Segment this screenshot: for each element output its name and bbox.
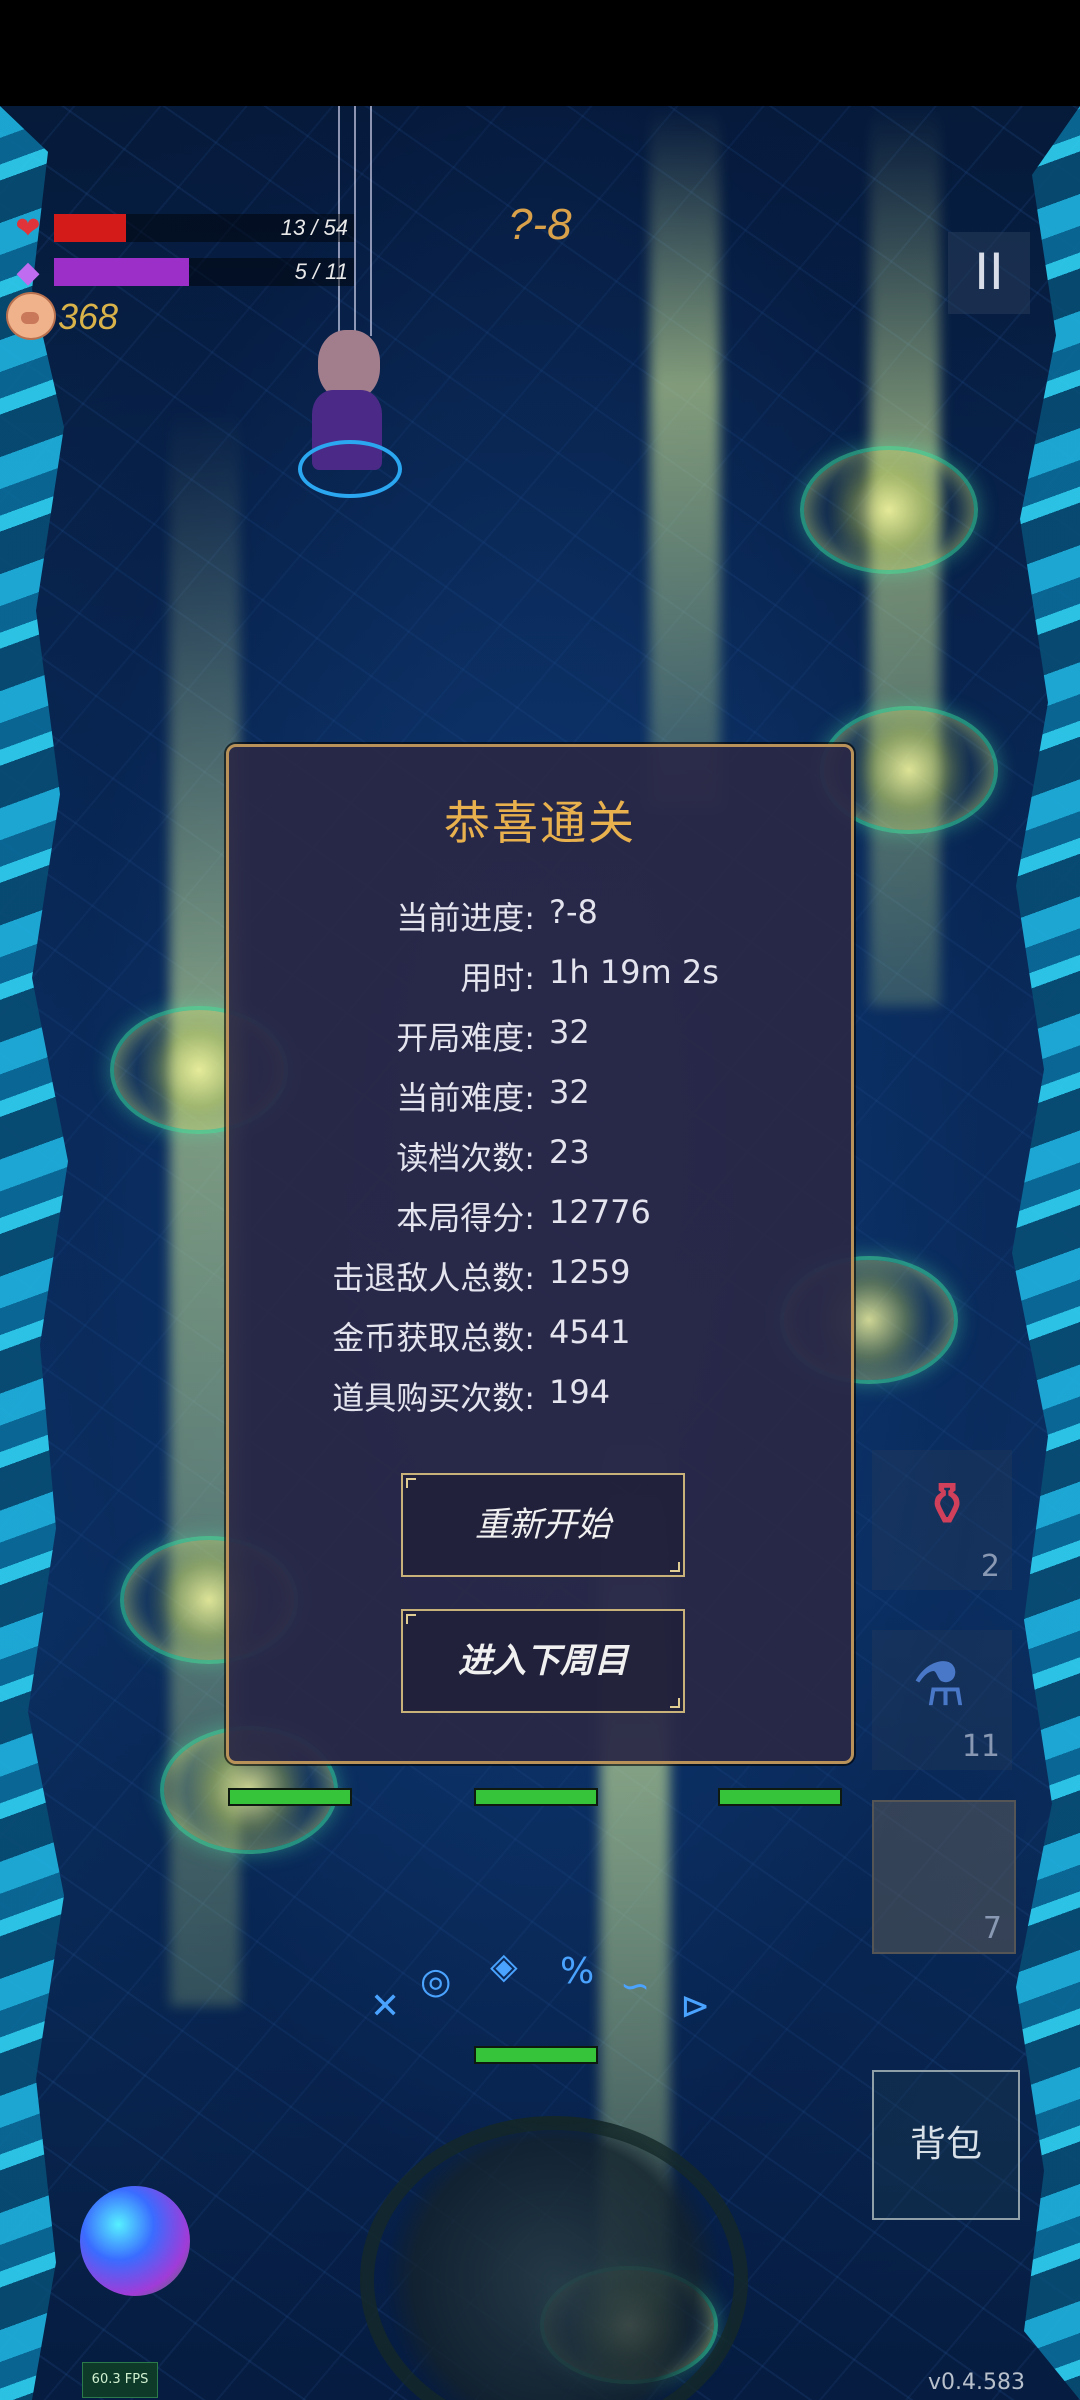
- stat-value: 1259: [549, 1253, 631, 1291]
- rune-icon: ◈: [490, 1946, 518, 1987]
- stat-value: 23: [549, 1133, 590, 1171]
- version-label: v0.4.583: [928, 2370, 1025, 2395]
- enemy-health-bar: [474, 2046, 598, 2064]
- hp-text: 13 / 54: [280, 215, 348, 240]
- crystal-wall-left: [0, 106, 68, 2400]
- mp-bar-fill: [54, 258, 189, 286]
- stat-row: 当前进度: ?-8: [229, 893, 851, 937]
- coin-count: 368: [58, 296, 119, 337]
- flask-icon: ⚗: [912, 1650, 966, 1720]
- rune-icon: %: [560, 1951, 595, 1992]
- rune-icon: ◎: [420, 1961, 452, 2002]
- stat-label: 当前进度:: [396, 899, 535, 937]
- string: [370, 106, 372, 336]
- hp-bar-fill: [54, 214, 126, 242]
- stat-label: 读档次数:: [396, 1139, 535, 1177]
- stat-label: 击退敌人总数:: [332, 1259, 535, 1297]
- piggy-bank-icon: [6, 292, 56, 340]
- stat-value: 194: [549, 1373, 611, 1411]
- stat-label: 金币获取总数:: [332, 1319, 535, 1357]
- stat-row: 金币获取总数: 4541: [229, 1313, 851, 1357]
- fps-counter: 60.3 FPS: [82, 2362, 158, 2398]
- stat-label: 用时:: [460, 959, 535, 997]
- status-bar-area: [0, 0, 1080, 106]
- stat-label: 当前难度:: [396, 1079, 535, 1117]
- light-beam: [650, 106, 720, 806]
- item-slot-flask[interactable]: ⚗ 11: [872, 1630, 1012, 1770]
- stat-label: 开局难度:: [396, 1019, 535, 1057]
- string: [354, 106, 356, 336]
- altar: [360, 2116, 748, 2400]
- stat-value: 4541: [549, 1313, 631, 1351]
- stat-row: 本局得分: 12776: [229, 1193, 851, 1237]
- stat-row: 读档次数: 23: [229, 1133, 851, 1177]
- stat-value: 32: [549, 1073, 590, 1111]
- glowing-circle: [800, 446, 978, 574]
- rune-icon: ∽: [620, 1966, 651, 2007]
- stat-value: 1h 19m 2s: [549, 953, 719, 991]
- hp-row: ❤: [10, 210, 46, 246]
- enemy-health-bar: [474, 1788, 598, 1806]
- item-slot-3[interactable]: 7: [872, 1800, 1016, 1954]
- pause-button[interactable]: II: [948, 232, 1030, 314]
- crystal-wall-right: [1012, 106, 1080, 2400]
- rune-icon: ⊳: [680, 1986, 711, 2027]
- flask-count: 11: [961, 1729, 1000, 1764]
- slot3-count: 7: [982, 1911, 1002, 1946]
- level-indicator: ?-8: [508, 200, 572, 249]
- heart-icon: ❤: [15, 210, 41, 246]
- skill-orb[interactable]: [80, 2186, 190, 2296]
- mana-gem-icon: ◆: [16, 254, 40, 290]
- potion-count: 2: [980, 1549, 1000, 1584]
- stage-clear-dialog: 恭喜通关 当前进度: ?-8 用时: 1h 19m 2s 开局难度: 32 当前难度: 32 读…: [226, 744, 854, 1764]
- stat-row: 用时: 1h 19m 2s: [229, 953, 851, 997]
- backpack-button[interactable]: 背包: [872, 2070, 1020, 2220]
- mp-text: 5 / 11: [294, 259, 348, 284]
- rune-icon: ✕: [370, 1986, 401, 2027]
- restart-button[interactable]: 重新开始: [401, 1473, 685, 1577]
- enemy-health-bar: [228, 1788, 352, 1806]
- stat-label: 本局得分:: [396, 1199, 535, 1237]
- hp-bar: 13 / 54: [54, 214, 354, 242]
- next-cycle-button[interactable]: 进入下周目: [401, 1609, 685, 1713]
- stat-label: 道具购买次数:: [332, 1379, 535, 1417]
- stat-row: 开局难度: 32: [229, 1013, 851, 1057]
- stat-value: 12776: [549, 1193, 651, 1231]
- mp-row: ◆: [10, 254, 46, 290]
- mp-bar: 5 / 11: [54, 258, 354, 286]
- player-character: [298, 330, 402, 500]
- stat-row: 道具购买次数: 194: [229, 1373, 851, 1417]
- item-slot-potion[interactable]: ⚱ 2: [872, 1450, 1012, 1590]
- stat-value: 32: [549, 1013, 590, 1051]
- dialog-title: 恭喜通关: [444, 796, 636, 850]
- enemy-health-bar: [718, 1788, 842, 1806]
- stat-value: ?-8: [549, 893, 598, 931]
- stat-row: 击退敌人总数: 1259: [229, 1253, 851, 1297]
- potion-icon: ⚱: [922, 1470, 973, 1540]
- stat-row: 当前难度: 32: [229, 1073, 851, 1117]
